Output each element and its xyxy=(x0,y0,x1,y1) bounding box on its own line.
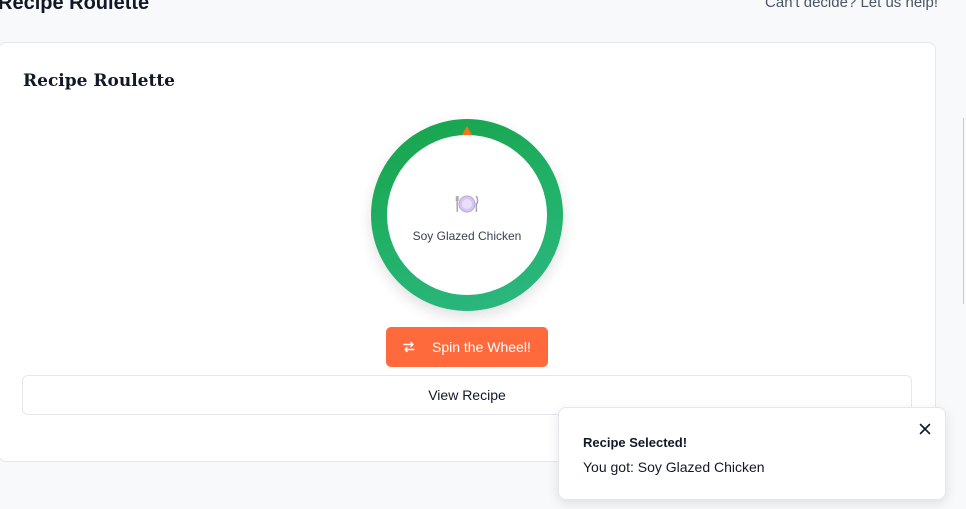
selected-recipe-label: Soy Glazed Chicken xyxy=(412,229,522,243)
recipe-wheel: Soy Glazed Chicken xyxy=(371,119,563,311)
roulette-card: Recipe Roulette Soy Glazed Chicken Spin … xyxy=(0,42,936,462)
page-tagline: Can't decide? Let us help! xyxy=(765,0,938,11)
spin-wheel-button[interactable]: Spin the Wheel! xyxy=(386,327,548,367)
recipe-selected-toast: Recipe Selected! You got: Soy Glazed Chi… xyxy=(558,407,946,500)
spin-button-label: Spin the Wheel! xyxy=(432,339,531,355)
scrollbar[interactable] xyxy=(963,118,964,304)
toast-message: You got: Soy Glazed Chicken xyxy=(583,459,765,475)
plate-cutlery-icon xyxy=(455,195,479,213)
page-title: Recipe Roulette xyxy=(0,0,150,14)
wheel-pointer-icon xyxy=(462,126,472,135)
toast-title: Recipe Selected! xyxy=(583,435,688,450)
shuffle-arrows-icon xyxy=(403,341,415,353)
card-title: Recipe Roulette xyxy=(23,71,175,91)
close-icon[interactable] xyxy=(917,421,933,437)
